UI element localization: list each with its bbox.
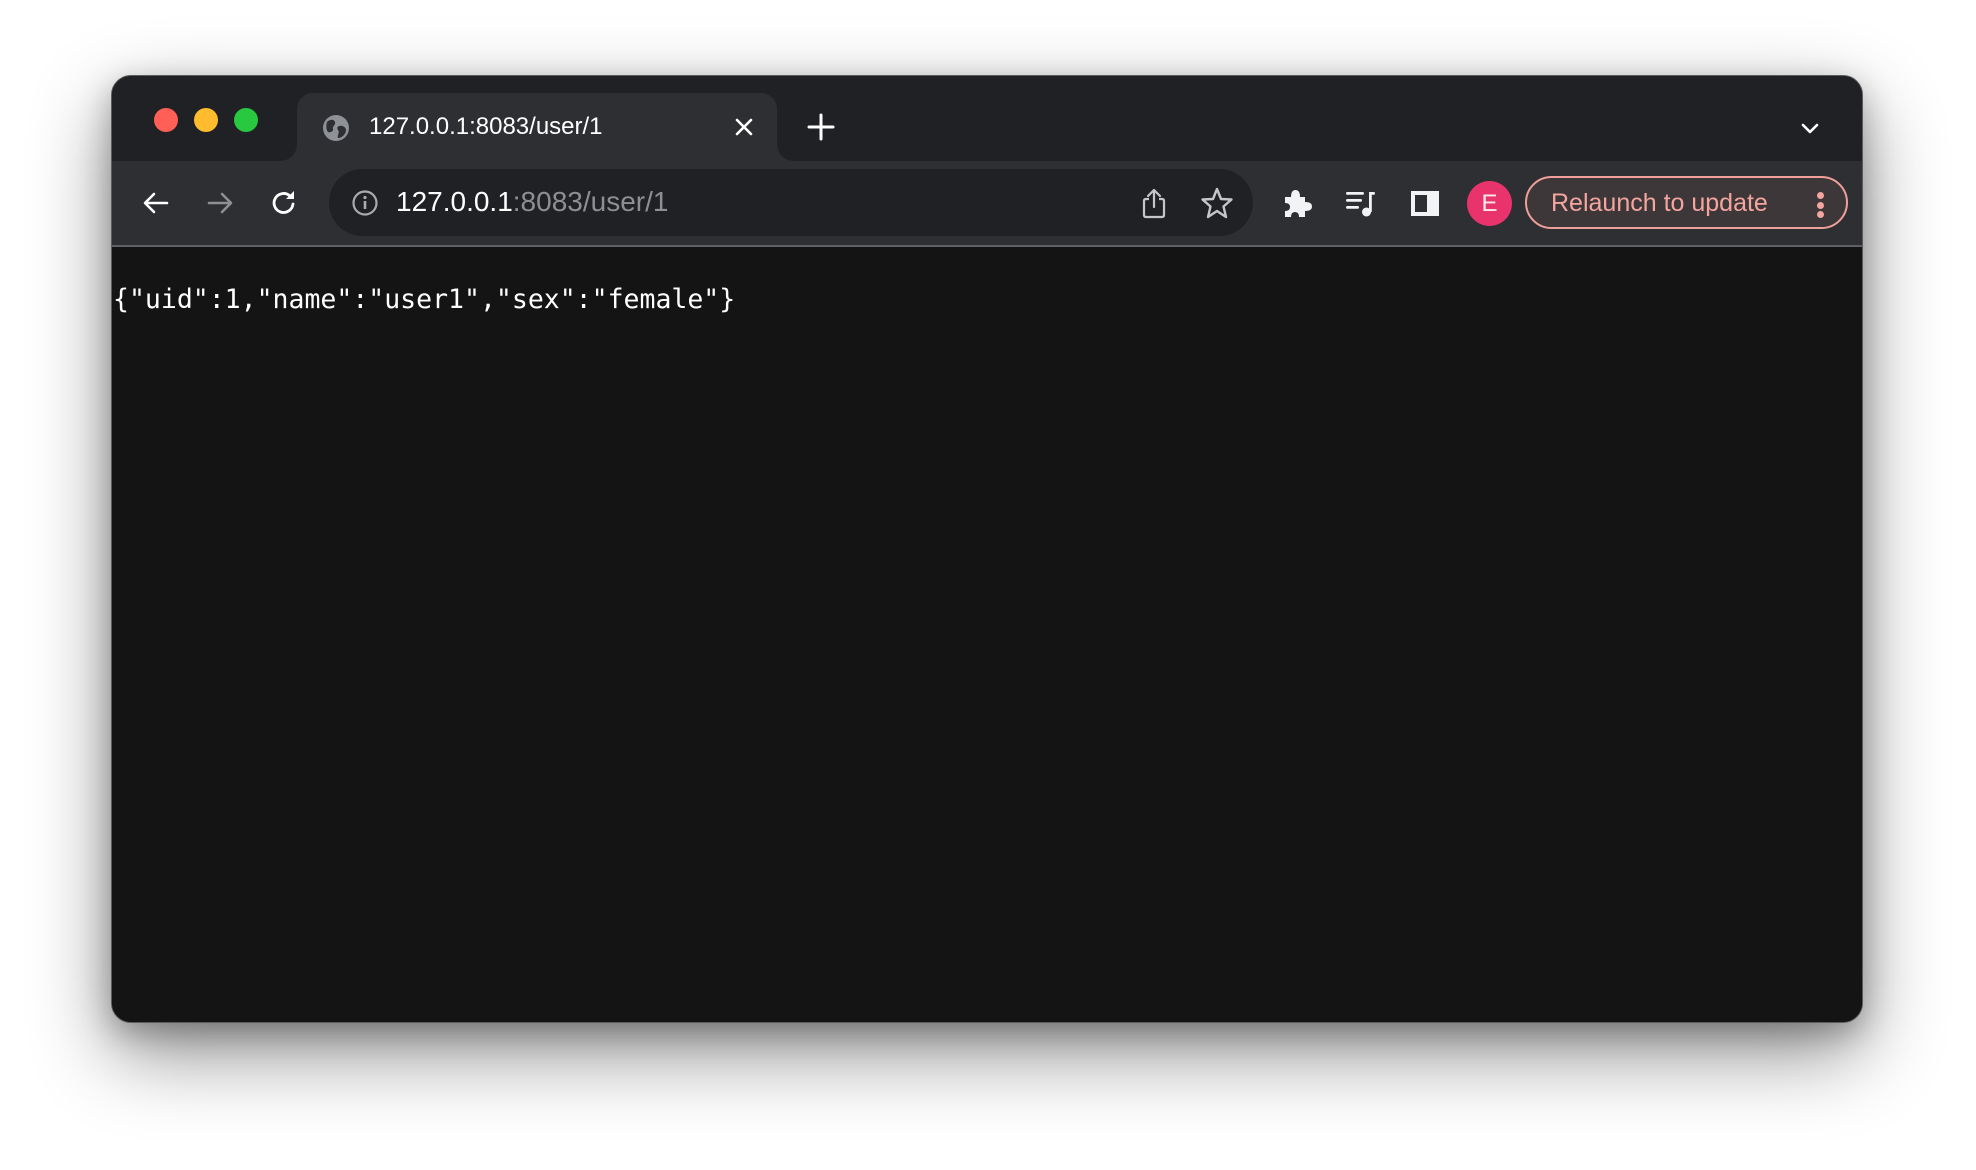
tab-active[interactable]: 127.0.0.1:8083/user/1 [281, 93, 793, 161]
new-tab-button[interactable] [806, 112, 836, 142]
page-content: {"uid":1,"name":"user1","sex":"female"} [112, 247, 1862, 1022]
url-text[interactable]: 127.0.0.1:8083/user/1 [396, 185, 668, 219]
profile-avatar[interactable]: E [1467, 181, 1512, 226]
window-close-button[interactable] [154, 108, 178, 132]
reload-button[interactable] [268, 187, 300, 219]
window-zoom-button[interactable] [234, 108, 258, 132]
media-queue-icon[interactable] [1343, 185, 1379, 221]
tab-strip: 127.0.0.1:8083/user/1 [112, 76, 1862, 161]
url-path: :8083/user/1 [512, 186, 669, 217]
browser-window: 127.0.0.1:8083/user/1 127.0.0.1:8083/use… [111, 75, 1863, 1023]
share-icon[interactable] [1139, 187, 1169, 219]
relaunch-to-update-button[interactable]: Relaunch to update [1525, 176, 1848, 229]
chevron-down-icon[interactable] [1798, 116, 1822, 140]
window-minimize-button[interactable] [194, 108, 218, 132]
toolbar: 127.0.0.1:8083/user/1 E Relaunch to upda… [112, 161, 1862, 247]
globe-icon [323, 115, 349, 141]
side-panel-icon[interactable] [1407, 185, 1443, 221]
close-tab-icon[interactable] [732, 115, 756, 139]
info-icon[interactable] [351, 189, 379, 217]
star-icon[interactable] [1200, 186, 1234, 220]
tab-title: 127.0.0.1:8083/user/1 [369, 113, 603, 140]
json-response-text: {"uid":1,"name":"user1","sex":"female"} [113, 284, 736, 315]
back-button[interactable] [140, 187, 172, 219]
address-bar[interactable]: 127.0.0.1:8083/user/1 [329, 169, 1253, 236]
puzzle-icon[interactable] [1279, 185, 1315, 221]
forward-button[interactable] [204, 187, 236, 219]
url-host: 127.0.0.1 [396, 186, 513, 217]
kebab-menu-icon[interactable] [1816, 192, 1824, 218]
relaunch-label: Relaunch to update [1551, 189, 1768, 217]
